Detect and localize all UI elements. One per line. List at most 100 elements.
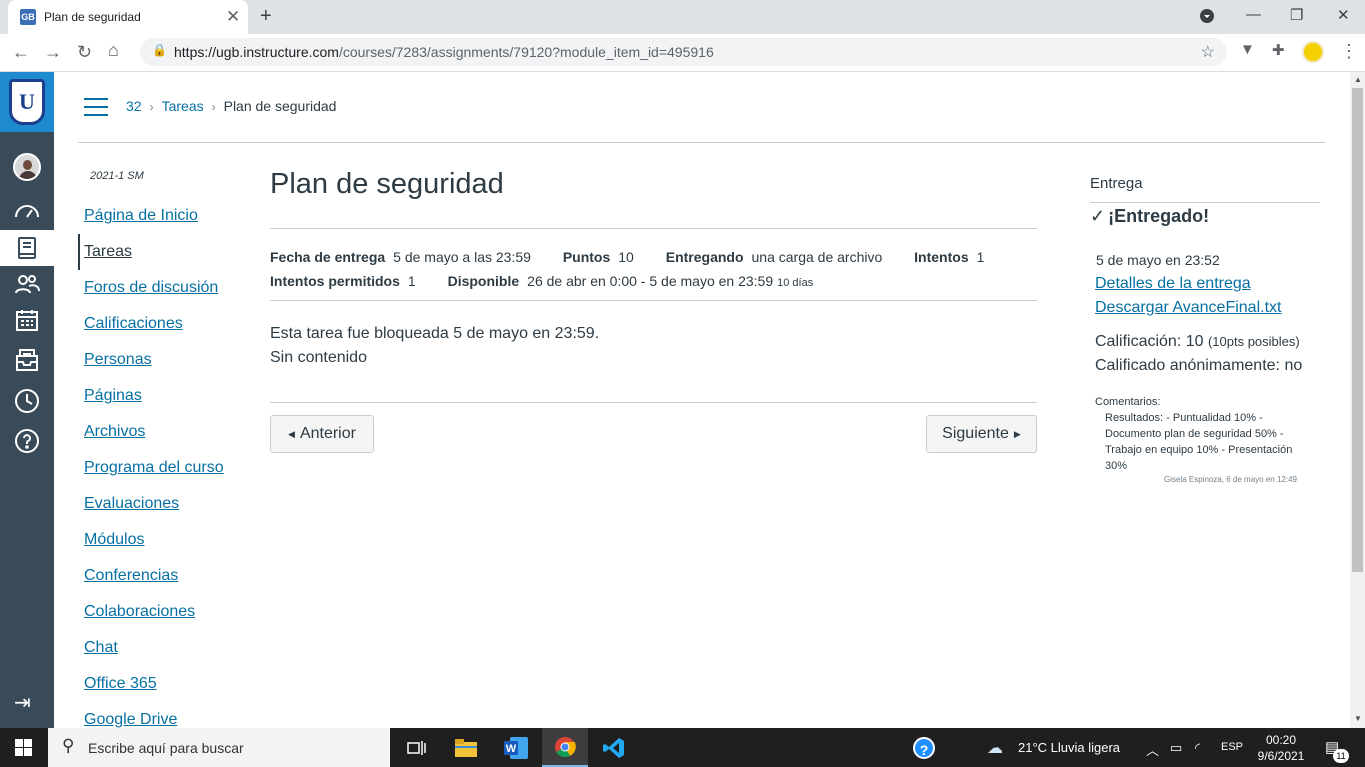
taskbar-search[interactable]: ⚲ Escribe aquí para buscar	[48, 728, 390, 767]
breadcrumb-course[interactable]: 32	[126, 98, 142, 114]
windows-start-icon[interactable]	[15, 739, 32, 761]
details-divider	[270, 300, 1037, 301]
chrome-taskbar-button[interactable]	[542, 728, 588, 767]
word-icon[interactable]: W	[496, 734, 536, 762]
browser-tab[interactable]: GB Plan de seguridad ✕	[8, 0, 248, 34]
course-nav-item[interactable]: Calificaciones	[78, 306, 248, 342]
grade-possible: (10pts posibles)	[1207, 334, 1300, 349]
forward-icon[interactable]: →	[44, 42, 62, 63]
chrome-icon	[555, 737, 576, 758]
help-icon[interactable]	[0, 423, 54, 459]
comment-text: Resultados: - Puntualidad 10% - Document…	[1105, 412, 1293, 472]
course-nav-item[interactable]: Conferencias	[78, 558, 248, 594]
grade-value: Calificación: 10	[1095, 333, 1204, 350]
address-bar[interactable]: 🔒 https://ugb.instructure.com/courses/72…	[140, 38, 1227, 66]
header-divider	[78, 142, 1325, 143]
university-shield-icon: U	[9, 79, 45, 125]
attempts-value: 1	[976, 249, 985, 265]
site-favicon-icon: GB	[20, 9, 36, 25]
lock-icon[interactable]: 🔒	[152, 43, 167, 57]
next-button[interactable]: Siguiente ▶	[926, 415, 1037, 453]
available-label: Disponible	[447, 273, 520, 289]
search-placeholder: Escribe aquí para buscar	[88, 740, 244, 756]
due-label: Fecha de entrega	[270, 249, 386, 265]
checkmark-icon: ✓	[1090, 206, 1106, 226]
previous-button[interactable]: ◀ Anterior	[270, 415, 374, 453]
grade-line: Calificación: 10 (10pts posibles)	[1095, 333, 1300, 351]
course-nav-item[interactable]: Programa del curso	[78, 450, 248, 486]
page-scrollbar[interactable]: ▲ ▼	[1350, 72, 1365, 728]
dashboard-icon[interactable]	[0, 192, 54, 228]
tray-chevron-icon[interactable]: ︿	[1146, 740, 1159, 759]
minimize-icon[interactable]: —	[1246, 6, 1261, 23]
extension-filter-icon[interactable]: ▼	[1240, 41, 1255, 58]
course-nav-item[interactable]: Evaluaciones	[78, 486, 248, 522]
clock-time: 00:20	[1265, 733, 1297, 747]
scroll-down-icon[interactable]: ▼	[1354, 714, 1362, 723]
assignment-details: Fecha de entrega 5 de mayo a las 23:59 Pu…	[270, 245, 1040, 295]
available-value: 26 de abr en 0:00 - 5 de mayo en 23:59	[527, 273, 774, 289]
history-clock-icon[interactable]	[0, 383, 54, 419]
course-nav-item[interactable]: Colaboraciones	[78, 594, 248, 630]
file-explorer-icon[interactable]	[446, 734, 486, 762]
groups-icon[interactable]	[0, 266, 54, 302]
course-nav-item[interactable]: Foros de discusión	[78, 270, 248, 306]
browser-menu-icon[interactable]: ⋮	[1340, 41, 1358, 62]
battery-icon[interactable]: ▭	[1170, 740, 1182, 756]
course-nav-item[interactable]: Página de Inicio	[78, 198, 248, 234]
task-view-icon[interactable]	[396, 734, 436, 762]
help-tray-icon[interactable]: ?	[913, 737, 935, 759]
maximize-icon[interactable]: ❐	[1290, 6, 1303, 24]
language-indicator[interactable]: ESP	[1221, 741, 1243, 753]
window-close-icon[interactable]: ✕	[1337, 6, 1350, 24]
nav-account[interactable]	[0, 149, 54, 185]
bookmark-star-icon[interactable]: ☆	[1201, 42, 1215, 62]
institution-logo[interactable]: U	[0, 72, 54, 132]
weather-text[interactable]: 21°C Lluvia ligera	[1018, 740, 1120, 755]
tab-close-icon[interactable]: ✕	[226, 7, 240, 27]
extensions-puzzle-icon[interactable]: ✚	[1272, 41, 1285, 59]
browser-tab-bar: GB Plan de seguridad ✕ + — ❐ ✕	[0, 0, 1365, 34]
home-icon[interactable]: ⌂	[108, 40, 119, 61]
search-icon: ⚲	[62, 736, 75, 755]
download-file-link[interactable]: Descargar AvanceFinal.txt	[1095, 299, 1281, 317]
available-days: 10 días	[777, 277, 814, 289]
calendar-icon[interactable]	[0, 302, 54, 338]
course-nav-item[interactable]: Páginas	[78, 378, 248, 414]
course-nav-item[interactable]: Archivos	[78, 414, 248, 450]
assignment-body: Esta tarea fue bloqueada 5 de mayo en 23…	[270, 322, 599, 370]
comments-heading: Comentarios:	[1095, 396, 1161, 408]
url-host: https://ugb.instructure.com	[174, 44, 339, 60]
course-nav-item[interactable]: Chat	[78, 630, 248, 666]
course-nav-item[interactable]: Tareas	[78, 234, 248, 270]
weather-cloud-icon[interactable]: ☁	[987, 738, 1003, 758]
courses-icon[interactable]	[0, 230, 54, 266]
system-clock[interactable]: 00:20 9/6/2021	[1250, 732, 1312, 764]
due-value: 5 de mayo a las 23:59	[393, 249, 531, 265]
submission-details-link[interactable]: Detalles de la entrega	[1095, 275, 1251, 293]
back-icon[interactable]: ←	[12, 42, 30, 63]
new-tab-icon[interactable]: +	[260, 5, 272, 28]
submission-date: 5 de mayo en 23:52	[1096, 252, 1220, 268]
reload-icon[interactable]: ↻	[77, 42, 92, 63]
windows-taskbar: ⚲ Escribe aquí para buscar W ? ☁ 21°C Ll…	[0, 728, 1365, 767]
allowed-attempts-value: 1	[407, 273, 416, 289]
course-nav-item[interactable]: Office 365	[78, 666, 248, 702]
wifi-icon[interactable]: ◜	[1195, 740, 1200, 756]
breadcrumb-assignments[interactable]: Tareas	[162, 98, 204, 114]
vscode-icon[interactable]	[594, 734, 634, 762]
scroll-up-icon[interactable]: ▲	[1354, 75, 1362, 84]
svg-text:W: W	[506, 743, 517, 755]
course-nav-item[interactable]: Personas	[78, 342, 248, 378]
profile-dropdown-icon[interactable]	[1199, 8, 1215, 28]
previous-label: Anterior	[299, 425, 356, 442]
anonymous-grading: Calificado anónimamente: no	[1095, 357, 1303, 374]
url-text[interactable]: https://ugb.instructure.com/courses/7283…	[174, 44, 714, 60]
scrollbar-thumb[interactable]	[1352, 88, 1363, 572]
profile-avatar-icon[interactable]	[1302, 41, 1324, 63]
course-menu-toggle-icon[interactable]	[84, 98, 108, 116]
collapse-nav-icon[interactable]: ⇥	[14, 690, 31, 715]
submission-status: ✓ ¡Entregado!	[1090, 206, 1209, 227]
inbox-icon[interactable]	[0, 342, 54, 378]
course-nav-item[interactable]: Módulos	[78, 522, 248, 558]
